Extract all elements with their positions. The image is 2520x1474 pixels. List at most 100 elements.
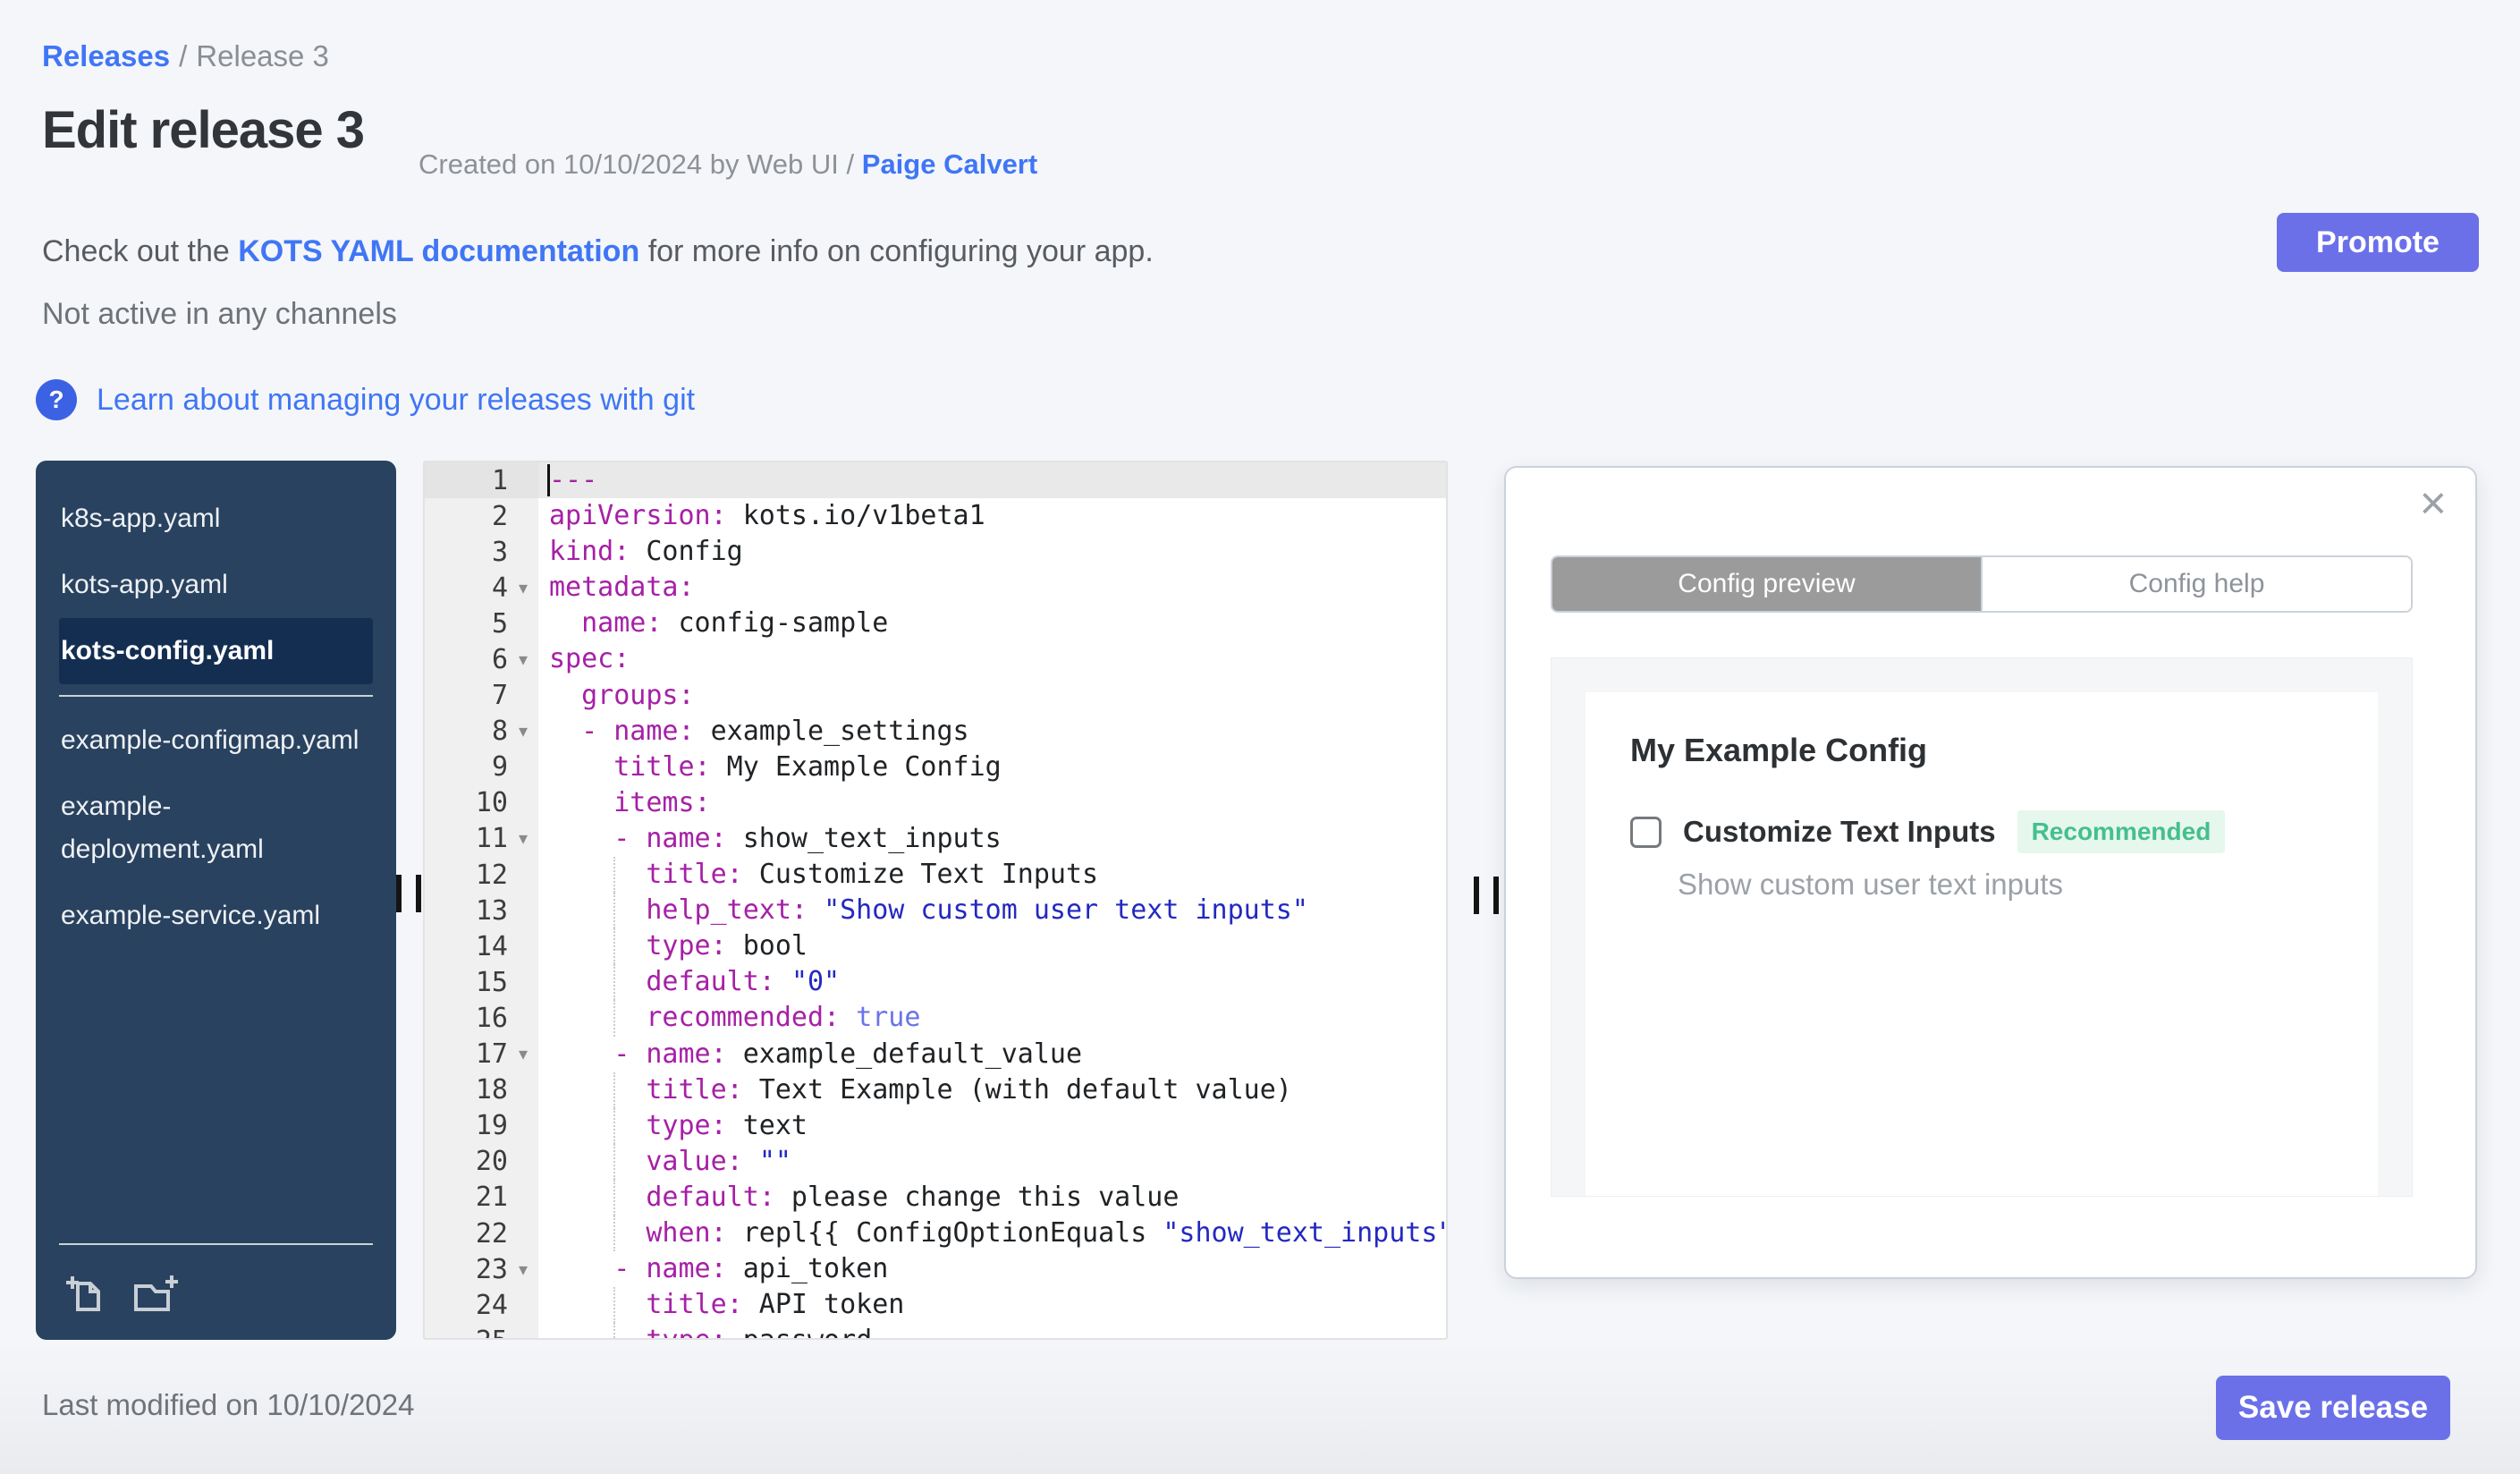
line-number: 14 [425, 928, 538, 965]
fold-arrow-icon[interactable]: ▾ [508, 827, 538, 850]
sidebar-divider [59, 1243, 373, 1245]
code-line[interactable]: title: My Example Config [538, 750, 1446, 785]
indent-guide [613, 928, 615, 965]
fold-arrow-icon[interactable]: ▾ [508, 1043, 538, 1065]
file-item-kots-app.yaml[interactable]: kots-app.yaml [59, 552, 373, 618]
tab-config-help[interactable]: Config help [1981, 557, 2411, 611]
file-tree-sidebar: k8s-app.yaml kots-app.yaml kots-config.yam… [36, 461, 396, 1340]
line-number: 16 [425, 1000, 538, 1037]
code-line[interactable]: items: [538, 785, 1446, 821]
fold-arrow-icon[interactable]: ▾ [508, 1258, 538, 1281]
new-folder-icon[interactable] [131, 1272, 181, 1317]
new-file-icon[interactable] [63, 1272, 107, 1317]
code-line[interactable]: name: config-sample [538, 606, 1446, 641]
code-line[interactable]: groups: [538, 678, 1446, 714]
code-line[interactable]: type: text [538, 1107, 1446, 1144]
indent-guide [613, 1215, 615, 1252]
code-line-row: 25 type: password [425, 1323, 1446, 1338]
code-line[interactable]: title: API token [538, 1287, 1446, 1324]
resize-handle-left[interactable] [396, 875, 421, 912]
code-line[interactable]: - name: show_text_inputs [538, 821, 1446, 857]
file-item-k8s-app.yaml[interactable]: k8s-app.yaml [59, 486, 373, 552]
file-tree-divider [59, 695, 373, 697]
file-item-example-service.yaml[interactable]: example-service.yaml [59, 883, 373, 949]
indent-guide [613, 1179, 615, 1216]
line-number: 22 [425, 1215, 538, 1252]
code-line[interactable]: title: Text Example (with default value) [538, 1072, 1446, 1108]
author-link[interactable]: Paige Calvert [862, 148, 1037, 180]
fold-arrow-icon[interactable]: ▾ [508, 648, 538, 671]
code-line-row: 8 ▾ - name: example_settings [425, 713, 1446, 750]
code-line[interactable]: default: please change this value [538, 1179, 1446, 1216]
code-line-row: 18 title: Text Example (with default val… [425, 1072, 1446, 1108]
preview-content-area: My Example Config Customize Text Inputs … [1551, 657, 2413, 1197]
code-line[interactable]: - name: example_default_value [538, 1037, 1446, 1072]
code-line[interactable]: - name: api_token [538, 1251, 1446, 1287]
code-line-row: 20 value: "" [425, 1143, 1446, 1180]
line-number: 2 [425, 498, 538, 535]
code-line[interactable]: --- [538, 462, 1446, 498]
code-line[interactable]: kind: Config [538, 534, 1446, 570]
file-item-example-deployment.yaml[interactable]: example-deployment.yaml [59, 774, 373, 883]
code-line[interactable]: value: "" [538, 1143, 1446, 1180]
code-line[interactable]: help_text: "Show custom user text inputs… [538, 893, 1446, 929]
created-line: Created on 10/10/2024 by Web UI / Paige … [419, 148, 1037, 181]
indent-guide [613, 857, 615, 894]
line-number: 1 [425, 462, 538, 499]
code-line[interactable]: recommended: true [538, 1000, 1446, 1037]
yaml-editor[interactable]: 1 --- 2 apiVersion: kots.io/v1beta1 3 kind: C… [423, 461, 1448, 1340]
indent-guide [613, 1107, 615, 1144]
promote-button[interactable]: Promote [2277, 213, 2479, 272]
code-line[interactable]: type: bool [538, 928, 1446, 965]
code-line-row: 4 ▾ metadata: [425, 570, 1446, 606]
file-item-example-configmap.yaml[interactable]: example-configmap.yaml [59, 707, 373, 774]
kots-yaml-doc-link[interactable]: KOTS YAML documentation [238, 234, 639, 268]
code-line[interactable]: type: password [538, 1323, 1446, 1338]
indent-guide [613, 1323, 615, 1338]
line-number: 23 ▾ [425, 1251, 538, 1288]
line-number: 13 [425, 893, 538, 929]
line-number: 3 [425, 534, 538, 571]
code-line-row: 16 recommended: true [425, 1000, 1446, 1037]
line-number: 10 [425, 784, 538, 821]
code-line[interactable]: spec: [538, 641, 1446, 677]
close-icon[interactable]: × [2420, 480, 2447, 527]
customize-text-inputs-checkbox[interactable] [1630, 816, 1662, 848]
indent-guide [613, 1000, 615, 1037]
indent-guide [613, 964, 615, 1001]
resize-handle-right[interactable] [1474, 877, 1499, 914]
code-line[interactable]: title: Customize Text Inputs [538, 857, 1446, 894]
last-modified-text: Last modified on 10/10/2024 [42, 1388, 415, 1421]
git-releases-link[interactable]: Learn about managing your releases with … [97, 383, 695, 418]
code-line[interactable]: default: "0" [538, 964, 1446, 1001]
footer-bar: Last modified on 10/10/2024 Save release [0, 1342, 2520, 1474]
code-line[interactable]: when: repl{{ ConfigOptionEquals "show_te… [538, 1215, 1446, 1252]
line-number: 18 [425, 1072, 538, 1108]
line-number: 9 [425, 749, 538, 785]
line-number: 5 [425, 606, 538, 642]
config-preview-panel: × Config preview Config help My Example C… [1504, 466, 2477, 1279]
git-help-row: ? Learn about managing your releases wit… [36, 379, 695, 420]
config-item-label: Customize Text Inputs [1683, 815, 1996, 848]
line-number: 19 [425, 1107, 538, 1144]
tab-config-preview[interactable]: Config preview [1552, 557, 1981, 611]
editor-lines: 1 --- 2 apiVersion: kots.io/v1beta1 3 kind: C… [425, 462, 1446, 1338]
code-line[interactable]: apiVersion: kots.io/v1beta1 [538, 498, 1446, 534]
breadcrumb-releases-link[interactable]: Releases [42, 39, 170, 72]
code-line-row: 10 items: [425, 784, 1446, 821]
code-line[interactable]: metadata: [538, 570, 1446, 606]
line-number: 6 ▾ [425, 641, 538, 678]
fold-arrow-icon[interactable]: ▾ [508, 577, 538, 599]
save-release-button[interactable]: Save release [2216, 1376, 2450, 1440]
file-item-kots-config.yaml[interactable]: kots-config.yaml [59, 618, 373, 684]
code-line[interactable]: - name: example_settings [538, 714, 1446, 750]
question-mark-icon[interactable]: ? [36, 379, 77, 420]
line-number: 11 ▾ [425, 820, 538, 858]
line-number: 4 ▾ [425, 570, 538, 606]
indent-guide [613, 1143, 615, 1180]
recommended-badge: Recommended [2017, 810, 2226, 853]
breadcrumb: Releases / Release 3 [42, 39, 329, 73]
fold-arrow-icon[interactable]: ▾ [508, 720, 538, 742]
sidebar-actions [63, 1272, 181, 1317]
code-line-row: 15 default: "0" [425, 964, 1446, 1001]
